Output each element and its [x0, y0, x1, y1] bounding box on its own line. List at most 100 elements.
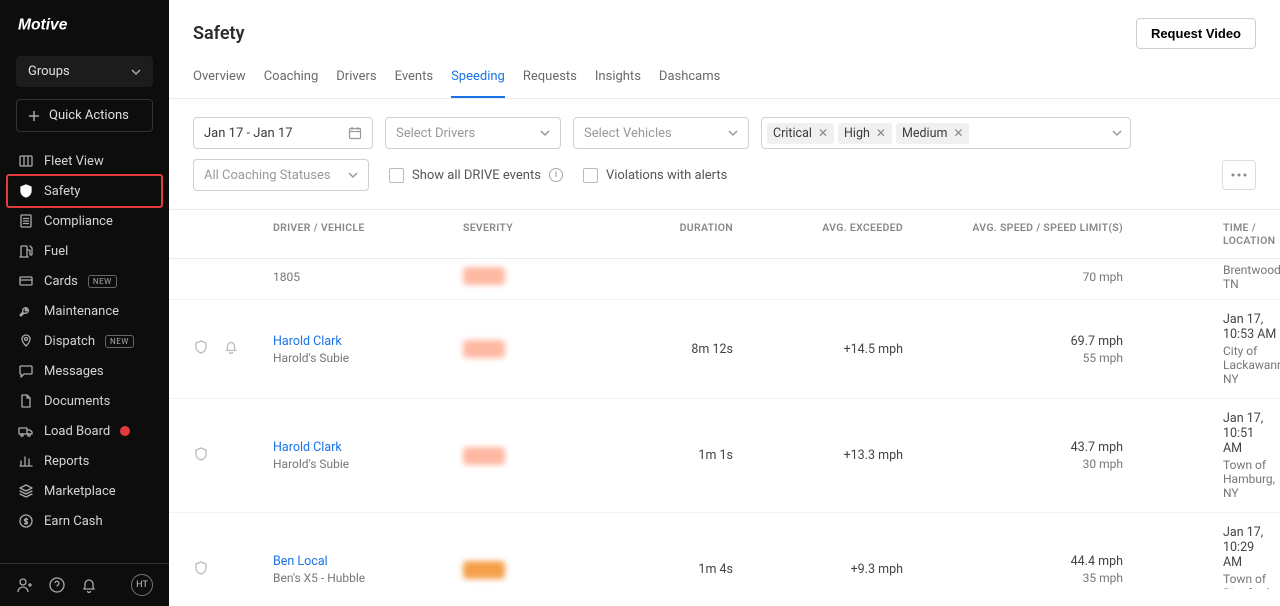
severity-filter[interactable]: Critical✕High✕Medium✕	[761, 117, 1131, 149]
event-time: Jan 17, 10:53 AM	[1223, 312, 1280, 342]
add-user-icon[interactable]	[16, 576, 34, 594]
sidebar-item-dispatch[interactable]: DispatchNEW	[0, 326, 169, 356]
duration-cell: 1m 1s	[593, 448, 733, 463]
row-icons	[193, 560, 273, 580]
severity-tag: Critical ✕	[767, 123, 834, 144]
sidebar-item-compliance[interactable]: Compliance	[0, 206, 169, 236]
row-icons	[193, 446, 273, 466]
violations-alerts-checkbox[interactable]: Violations with alerts	[583, 168, 727, 183]
nav-label: Safety	[44, 184, 80, 199]
nav-label: Documents	[44, 394, 110, 409]
wrench-icon	[18, 303, 34, 319]
table-row[interactable]: Ben Local Ben's X5 - Hubble 1m 4s +9.3 m…	[169, 513, 1280, 589]
more-button[interactable]	[1222, 160, 1256, 190]
location: Brentwood, TN	[1223, 263, 1280, 291]
remove-tag-icon[interactable]: ✕	[876, 126, 886, 140]
vehicle-name: 1805	[273, 270, 463, 284]
shield-icon	[18, 183, 34, 199]
speed-cell: 70 mph	[903, 268, 1123, 284]
new-badge: NEW	[88, 275, 117, 288]
svg-text:Motive: Motive	[18, 17, 68, 34]
sidebar-item-earn-cash[interactable]: Earn Cash	[0, 506, 169, 536]
tab-dashcams[interactable]: Dashcams	[659, 59, 720, 98]
sidebar-nav: Fleet View Safety ComplianceFuel Cards NEW Ma…	[0, 142, 169, 563]
sidebar-item-reports[interactable]: Reports	[0, 446, 169, 476]
sidebar-footer: HT	[0, 563, 169, 606]
row-icons	[193, 339, 273, 359]
sidebar-item-cards[interactable]: Cards NEW	[0, 266, 169, 296]
exceeded-cell: +13.3 mph	[733, 448, 903, 463]
vehicles-filter[interactable]: Select Vehicles	[573, 117, 749, 149]
driver-link[interactable]: Ben Local	[273, 554, 463, 569]
info-icon[interactable]: i	[549, 168, 563, 182]
tab-speeding[interactable]: Speeding	[451, 59, 505, 98]
col-time: TIME / LOCATION	[1123, 210, 1275, 258]
calendar-icon	[348, 126, 362, 140]
col-driver: DRIVER / VEHICLE	[273, 210, 463, 258]
sidebar-item-load-board[interactable]: Load Board	[0, 416, 169, 446]
tab-events[interactable]: Events	[395, 59, 433, 98]
event-time: Jan 17, 10:51 AM	[1223, 411, 1275, 456]
pin-icon	[18, 333, 34, 349]
remove-tag-icon[interactable]: ✕	[953, 126, 963, 140]
sidebar-item-fleet-view[interactable]: Fleet View	[0, 146, 169, 176]
location: Town of Hamburg, NY	[1223, 458, 1275, 500]
nav-label: Cards	[44, 274, 78, 289]
date-range-value: Jan 17 - Jan 17	[204, 126, 293, 141]
show-all-drive-label: Show all DRIVE events	[412, 168, 541, 183]
chevron-down-icon	[540, 128, 550, 138]
main-content: Safety Request Video OverviewCoachingDri…	[169, 0, 1280, 606]
coaching-status-filter[interactable]: All Coaching Statuses	[193, 159, 369, 191]
nav-label: Load Board	[44, 424, 110, 439]
event-time: Jan 17, 10:29 AM	[1223, 525, 1272, 570]
nav-label: Maintenance	[44, 304, 119, 319]
remove-tag-icon[interactable]: ✕	[818, 126, 828, 140]
sidebar-item-messages[interactable]: Messages	[0, 356, 169, 386]
tab-requests[interactable]: Requests	[523, 59, 577, 98]
tab-overview[interactable]: Overview	[193, 59, 246, 98]
request-video-button[interactable]: Request Video	[1136, 18, 1256, 49]
bell-icon[interactable]	[80, 576, 98, 594]
quick-actions-button[interactable]: Quick Actions	[16, 99, 153, 132]
vehicle-name: Harold's Subie	[273, 351, 463, 365]
violations-alerts-label: Violations with alerts	[606, 168, 727, 183]
nav-label: Reports	[44, 454, 89, 469]
doclines-icon	[18, 213, 34, 229]
groups-select[interactable]: Groups	[16, 56, 153, 87]
sidebar-item-safety[interactable]: Safety	[0, 176, 169, 206]
tag-label: Critical	[773, 126, 812, 141]
help-icon[interactable]	[48, 576, 66, 594]
speed-cell: 43.7 mph 30 mph	[903, 440, 1123, 471]
table-row[interactable]: Harold Clark Harold's Subie 1m 1s +13.3 …	[169, 399, 1280, 513]
sidebar-item-marketplace[interactable]: Marketplace	[0, 476, 169, 506]
table-body[interactable]: 1805 70 mph Brentwood, TN Harold Clark H…	[169, 259, 1280, 589]
nav-label: Fleet View	[44, 154, 104, 169]
shield-icon	[193, 560, 209, 580]
table-row[interactable]: Harold Clark Harold's Subie 8m 12s +14.5…	[169, 300, 1280, 399]
location-cell: Brentwood, TN	[1123, 261, 1280, 291]
filters-row: Jan 17 - Jan 17 Select Drivers Select Ve…	[169, 99, 1280, 157]
events-table: DRIVER / VEHICLE SEVERITY DURATION AVG. …	[169, 209, 1280, 606]
map-icon	[18, 153, 34, 169]
driver-cell: Ben Local Ben's X5 - Hubble	[273, 554, 463, 585]
sidebar-item-fuel[interactable]: Fuel	[0, 236, 169, 266]
col-duration: DURATION	[593, 210, 733, 258]
nav-label: Earn Cash	[44, 514, 103, 529]
sidebar-item-maintenance[interactable]: Maintenance	[0, 296, 169, 326]
date-range-filter[interactable]: Jan 17 - Jan 17	[193, 117, 373, 149]
sidebar-item-documents[interactable]: Documents	[0, 386, 169, 416]
severity-badge	[463, 561, 505, 579]
checkbox-box	[583, 168, 598, 183]
table-row[interactable]: 1805 70 mph Brentwood, TN	[169, 259, 1280, 300]
show-all-drive-checkbox[interactable]: Show all DRIVE events i	[389, 168, 563, 183]
driver-link[interactable]: Harold Clark	[273, 334, 463, 349]
tab-drivers[interactable]: Drivers	[336, 59, 376, 98]
shield-icon	[193, 446, 209, 466]
truck-icon	[18, 423, 34, 439]
avatar[interactable]: HT	[131, 574, 153, 596]
drivers-filter[interactable]: Select Drivers	[385, 117, 561, 149]
driver-cell: Harold Clark Harold's Subie	[273, 440, 463, 471]
tab-insights[interactable]: Insights	[595, 59, 641, 98]
driver-link[interactable]: Harold Clark	[273, 440, 463, 455]
tab-coaching[interactable]: Coaching	[264, 59, 319, 98]
